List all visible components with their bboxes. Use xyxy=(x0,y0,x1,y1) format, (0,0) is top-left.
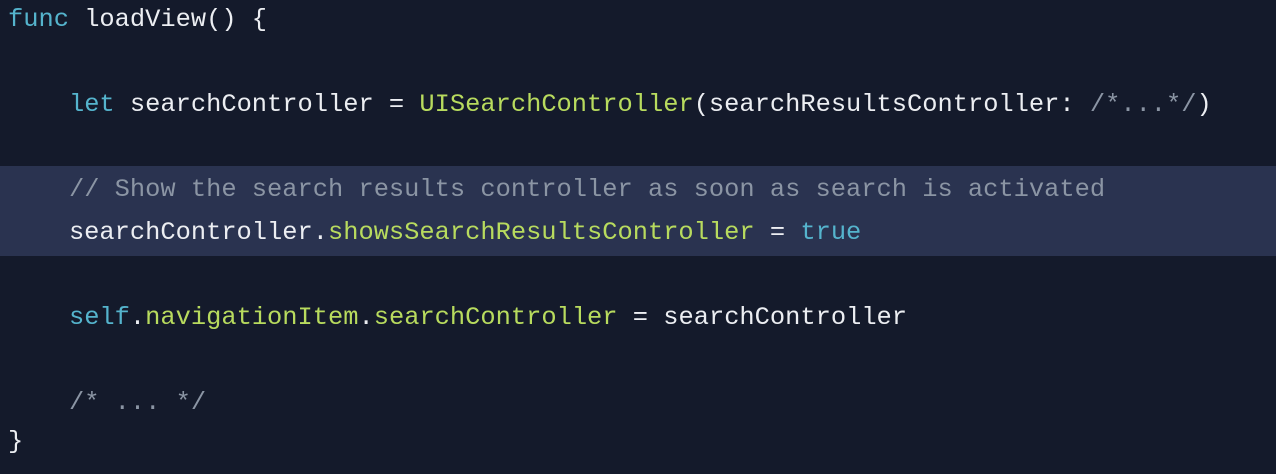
identifier-token: UISearchController xyxy=(419,90,694,120)
keyword-token: let xyxy=(68,90,115,120)
code-token: loadView() { xyxy=(68,5,268,34)
code-token: = xyxy=(754,217,801,247)
code-block: func loadView() { let searchController =… xyxy=(8,0,1212,464)
code-line: searchController.showsSearchResultsContr… xyxy=(8,212,1212,255)
code-token: = searchController xyxy=(617,303,908,333)
code-line: } xyxy=(8,421,1212,464)
comment-token: // Show the search results controller as… xyxy=(68,175,1106,205)
identifier-token: navigationItem xyxy=(145,303,359,333)
code-token: . xyxy=(358,303,374,333)
code-token: } xyxy=(8,426,24,456)
code-token: . xyxy=(129,303,146,333)
keyword-token: true xyxy=(800,217,862,247)
code-token: searchController. xyxy=(8,217,328,247)
code-token: searchController = xyxy=(114,90,420,120)
code-line: /* ... */ xyxy=(8,382,1212,425)
code-line: func loadView() { xyxy=(8,0,1212,42)
code-token: ) xyxy=(1196,90,1212,120)
code-line: let searchController = UISearchControlle… xyxy=(8,84,1212,127)
comment-token: /* ... */ xyxy=(68,388,207,418)
code-token: (searchResultsController: xyxy=(693,90,1090,120)
code-line: self.navigationItem.searchController = s… xyxy=(8,297,1212,340)
keyword-token: func xyxy=(8,5,69,34)
identifier-token: showsSearchResultsController xyxy=(327,217,755,247)
keyword-token: self xyxy=(68,303,130,333)
comment-token: /*...*/ xyxy=(1089,90,1197,120)
identifier-token: searchController xyxy=(373,303,618,333)
code-line: // Show the search results controller as… xyxy=(8,169,1212,212)
